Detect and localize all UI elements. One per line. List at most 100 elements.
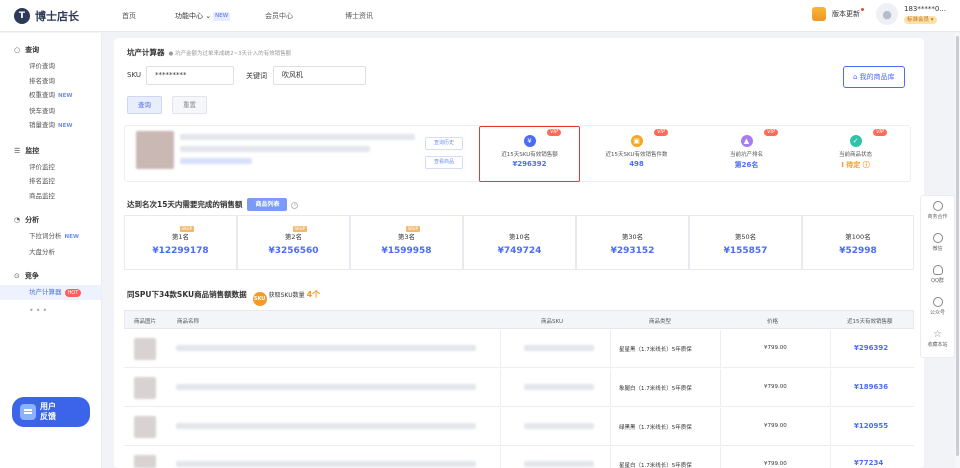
divider bbox=[830, 408, 831, 446]
col-price: 价格 bbox=[767, 319, 779, 325]
row-image bbox=[134, 455, 156, 468]
product-subtitle-blurred bbox=[180, 146, 370, 152]
divider bbox=[720, 447, 721, 468]
scrollbar-thumb[interactable] bbox=[956, 36, 959, 456]
sidebar-item-review-query[interactable]: 评价查询 bbox=[0, 59, 101, 74]
sidebar-item-express-query[interactable]: 快车查询 bbox=[0, 104, 101, 119]
star-icon: ☆ bbox=[933, 329, 942, 340]
nav-news[interactable]: 博士资讯 bbox=[333, 0, 413, 32]
monitor-icon: ☰ bbox=[14, 146, 21, 155]
nav-member-center-label: 会员中心 bbox=[265, 12, 293, 20]
qq-button[interactable]: QQ群 bbox=[921, 260, 954, 292]
wechat-button[interactable]: 微信 bbox=[921, 228, 954, 260]
sidebar-item-rank-query[interactable]: 排名查询 bbox=[0, 74, 101, 89]
my-library-button[interactable]: ⌂ 我的商品库 bbox=[843, 66, 905, 88]
divider bbox=[830, 369, 831, 407]
keyword-input[interactable]: 吹风机 bbox=[273, 66, 366, 85]
product-image bbox=[136, 131, 174, 169]
stat-label: 当前坑产排名 bbox=[729, 152, 763, 158]
my-library-label: 我的商品库 bbox=[859, 73, 895, 81]
history-button[interactable]: 查询历史 bbox=[425, 137, 463, 150]
stat-label: 当前商品状态 bbox=[838, 152, 872, 158]
right-floating-bar: 商务合作 微信 QQ群 公众号 ☆ 收藏本站 bbox=[920, 195, 955, 358]
stat-status: VIP ✓ 当前商品状态 Ⅰ 待定 ⓘ bbox=[806, 129, 905, 185]
more-dots[interactable]: ••• bbox=[29, 306, 101, 315]
row-type: 星星黑（1.7米线长）5年质保 bbox=[619, 347, 692, 353]
query-button[interactable]: 查询 bbox=[127, 96, 162, 114]
sidebar: ○ 查询 评价查询 排名查询 权重查询 NEW 快车查询 销量查询 NEW ☰ 监控 评… bbox=[0, 33, 102, 468]
sku-input[interactable]: ********* bbox=[146, 66, 234, 85]
spu-title-text: 同SPU下34款SKU商品销售额数据 bbox=[127, 290, 247, 299]
nav-feature-center[interactable]: 功能中心 ⌄ NEW bbox=[163, 0, 253, 32]
gift-icon[interactable] bbox=[812, 7, 826, 21]
info-icon[interactable]: i bbox=[291, 202, 299, 209]
rank-label: 第100名 bbox=[845, 233, 871, 241]
table-row[interactable]: 绿黑黑（1.7米线长）5年质保 ¥799.00 ¥120955 bbox=[124, 408, 914, 446]
official-account-button[interactable]: 公众号 bbox=[921, 292, 954, 324]
user-phone: 183*****0... bbox=[904, 5, 946, 13]
update-link[interactable]: 版本更新 bbox=[832, 8, 864, 19]
vip-badge: VIP bbox=[764, 129, 778, 136]
sidebar-item-rank-monitor[interactable]: 排名监控 bbox=[0, 174, 101, 189]
rank-section-title: 达到名次15天内需要完成的销售额 商品列表 i bbox=[127, 198, 299, 211]
row-image bbox=[134, 377, 156, 399]
product-title-blurred bbox=[180, 134, 415, 140]
bookmark-button[interactable]: ☆ 收藏本站 bbox=[921, 324, 954, 356]
user-info[interactable]: 183*****0... 标准会员 ▾ bbox=[904, 4, 946, 24]
sidebar-item-sales-query[interactable]: 销量查询 NEW bbox=[0, 118, 101, 134]
sidebar-item-product-monitor[interactable]: 商品监控 bbox=[0, 189, 101, 204]
row-type: 绿黑黑（1.7米线长）5年质保 bbox=[619, 425, 692, 431]
rb-label: QQ群 bbox=[931, 278, 944, 284]
rank-label: 第1名 bbox=[171, 233, 190, 241]
stat-value: 498 bbox=[629, 160, 644, 168]
feedback-button[interactable]: 用户 反馈 bbox=[12, 397, 90, 427]
sidebar-section-monitor: ☰ 监控 bbox=[14, 146, 101, 156]
sidebar-item-dropdown-analysis[interactable]: 下拉词分析 NEW bbox=[0, 229, 101, 245]
reset-button[interactable]: 重置 bbox=[172, 96, 207, 114]
product-list-button[interactable]: 商品列表 bbox=[247, 198, 288, 211]
table-row[interactable]: 星星黑（1.7米线长）5年质保 ¥799.00 ¥296392 bbox=[124, 330, 914, 368]
row-sku-blurred bbox=[524, 423, 594, 429]
rank-card: 第100名 ¥52998 bbox=[802, 215, 914, 270]
new-badge: NEW bbox=[213, 12, 231, 21]
nav-news-label: 博士资讯 bbox=[345, 12, 373, 20]
sku-count-icon: SKU bbox=[252, 292, 267, 306]
sidebar-item-pit-calculator[interactable]: 坑产计算器 HOT bbox=[0, 285, 101, 300]
sidebar-item-label: 下拉词分析 bbox=[29, 232, 62, 240]
sidebar-item-review-monitor[interactable]: 评价监控 bbox=[0, 160, 101, 175]
table-row[interactable]: 象腿白（1.7米线长）5年质保 ¥799.00 ¥189636 bbox=[124, 369, 914, 407]
sidebar-item-market-analysis[interactable]: 大盘分析 bbox=[0, 245, 101, 260]
rank-tag: SKUP bbox=[292, 226, 307, 232]
row-type: 象腿白（1.7米线长）5年质保 bbox=[619, 386, 692, 392]
section-title: 监控 bbox=[25, 146, 40, 155]
logo[interactable]: T 博士店长 bbox=[14, 8, 79, 24]
rank-value: ¥749724 bbox=[497, 246, 542, 256]
table-row[interactable]: 星星白（1.7米线长）5年质保 ¥799.00 ¥77234 bbox=[124, 447, 914, 468]
business-coop-button[interactable]: 商务合作 bbox=[921, 196, 954, 228]
view-product-button[interactable]: 查看商品 bbox=[425, 156, 463, 169]
divider bbox=[830, 330, 831, 368]
calculator-title: 坑产计算器 ● 坑产金额为过单来成统2~3天计入的有效销售额 bbox=[127, 47, 291, 58]
feedback-line2: 反馈 bbox=[40, 412, 56, 421]
feedback-line1: 用户 bbox=[40, 402, 56, 411]
stat-units: VIP ▣ 近15天SKU有效销售件数 498 bbox=[587, 129, 686, 185]
sidebar-item-weight-query[interactable]: 权重查询 NEW bbox=[0, 88, 101, 104]
avatar[interactable]: ● bbox=[876, 3, 898, 25]
section-title: 分析 bbox=[25, 216, 40, 224]
nav-member-center[interactable]: 会员中心 bbox=[253, 0, 333, 32]
app-name: 博士店长 bbox=[35, 10, 79, 23]
rank-card: SKUP 第3名 ¥1599958 bbox=[350, 215, 463, 270]
rank-label: 第2名 bbox=[284, 233, 303, 241]
row-sales: ¥77234 bbox=[854, 459, 884, 467]
top-bar: T 博士店长 首页 功能中心 ⌄ NEW 会员中心 博士资讯 版本更新 ● 183… bbox=[0, 0, 960, 32]
update-label: 版本更新 bbox=[832, 10, 860, 18]
qq-icon bbox=[932, 265, 943, 275]
rank-label: 第10名 bbox=[508, 233, 531, 241]
row-name-blurred bbox=[176, 423, 476, 429]
sidebar-section-compete: ⊙ 竞争 bbox=[14, 271, 101, 281]
nav-home[interactable]: 首页 bbox=[110, 0, 163, 32]
member-badge[interactable]: 标准会员 ▾ bbox=[904, 16, 937, 24]
col-name: 商品名称 bbox=[177, 319, 200, 325]
row-sku-blurred bbox=[524, 461, 594, 467]
stat-label: 近15天SKU有效销售件数 bbox=[605, 152, 668, 158]
